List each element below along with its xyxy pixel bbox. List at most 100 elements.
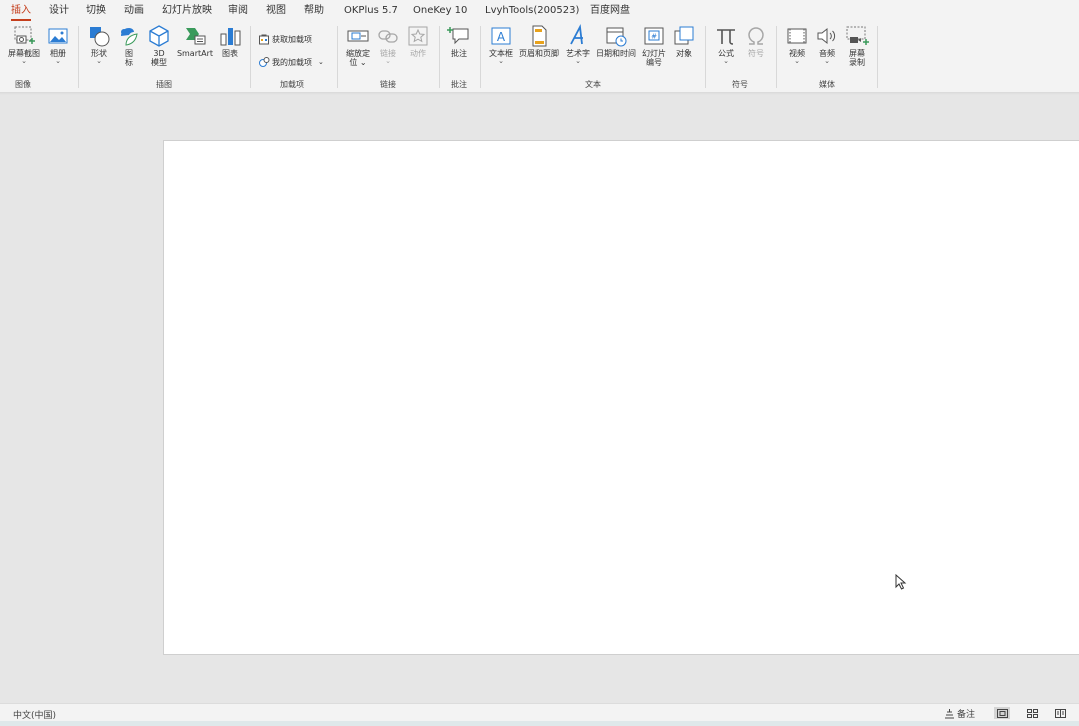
group-label-illustrations: 插图 <box>156 80 172 89</box>
group-separator <box>78 26 79 88</box>
calendar-clock-icon <box>606 27 627 47</box>
language-indicator[interactable]: 中文(中国) <box>13 708 56 721</box>
chevron-down-icon: ⌄ <box>55 57 61 65</box>
screen-recording-button[interactable]: 屏幕 录制 <box>845 24 869 67</box>
my-addins-button[interactable]: 我的加载项 ⌄ <box>258 56 324 68</box>
group-separator <box>337 26 338 88</box>
pi-icon <box>717 29 735 45</box>
icons-button[interactable]: 图 标 <box>117 24 141 67</box>
action-label: 动作 <box>410 49 426 58</box>
slide-canvas[interactable] <box>163 140 1079 655</box>
normal-view-button[interactable] <box>994 707 1010 719</box>
tab-design[interactable]: 设计 <box>49 5 69 17</box>
symbol-label: 符号 <box>748 49 764 58</box>
tab-slideshow[interactable]: 幻灯片放映 <box>162 5 212 17</box>
svg-text:A: A <box>497 30 506 44</box>
omega-icon <box>748 27 764 45</box>
object-button[interactable]: 对象 <box>672 24 696 58</box>
screen-recording-label-1: 屏幕 <box>849 49 865 58</box>
slide-sorter-view-button[interactable] <box>1024 707 1040 719</box>
zoom-icon <box>347 30 369 42</box>
equation-button[interactable]: 公式 ⌄ <box>714 24 738 65</box>
group-label-comments: 批注 <box>451 80 467 89</box>
cube-icon <box>149 25 169 47</box>
group-label-symbols: 符号 <box>732 80 748 89</box>
header-footer-button[interactable]: 页眉和页脚 <box>516 24 562 58</box>
icons-label-2: 标 <box>125 58 133 67</box>
notes-label: 备注 <box>957 710 976 720</box>
video-button[interactable]: 视频 ⌄ <box>785 24 809 65</box>
speaker-icon <box>817 27 836 45</box>
object-icon <box>674 26 694 45</box>
chevron-down-icon: ⌄ <box>498 57 504 65</box>
date-time-button[interactable]: 日期和时间 <box>594 24 638 58</box>
screenshot-button[interactable]: 屏幕截图 ⌄ <box>5 24 43 65</box>
chevron-down-icon: ⌄ <box>96 57 102 65</box>
group-separator <box>480 26 481 88</box>
slide-number-icon: # <box>644 27 664 45</box>
tab-review[interactable]: 审阅 <box>228 5 248 17</box>
group-separator <box>439 26 440 88</box>
tab-view[interactable]: 视图 <box>266 5 286 17</box>
get-addins-label: 获取加载项 <box>272 34 312 44</box>
symbol-button[interactable]: 符号 <box>744 24 768 58</box>
photo-album-button[interactable]: 相册 ⌄ <box>46 24 70 65</box>
addins-icon <box>259 57 270 67</box>
taskbar-strip <box>0 721 1079 726</box>
ribbon: 屏幕截图 ⌄ 相册 ⌄ 图像 形状 ⌄ 图 标 3D 模型 SmartArt 图… <box>0 22 1079 93</box>
shapes-icon <box>90 27 110 47</box>
normal-view-icon <box>996 708 1008 718</box>
zoom-button[interactable]: 缩放定 位 ⌄ <box>343 24 373 67</box>
my-addins-label: 我的加载项 <box>272 57 312 67</box>
reading-view-icon <box>1054 708 1066 718</box>
comment-button[interactable]: 批注 <box>447 24 471 58</box>
group-separator <box>250 26 251 88</box>
screen-recording-label-2: 录制 <box>849 58 865 67</box>
chevron-down-icon: ⌄ <box>575 57 581 65</box>
tab-insert[interactable]: 插入 <box>11 5 31 21</box>
notes-button[interactable]: 备注 <box>944 707 975 720</box>
notes-icon <box>945 708 954 718</box>
status-bar: 中文(中国) 备注 <box>0 703 1079 722</box>
group-separator <box>776 26 777 88</box>
link-icon <box>378 30 398 43</box>
shapes-button[interactable]: 形状 ⌄ <box>86 24 112 65</box>
ribbon-shadow <box>0 92 1079 95</box>
date-time-label: 日期和时间 <box>596 49 636 58</box>
tab-lvyhtools[interactable]: LvyhTools(200523) <box>485 5 579 17</box>
store-icon <box>259 34 269 45</box>
chart-button[interactable]: 图表 <box>218 24 242 58</box>
3d-models-label-2: 模型 <box>151 58 167 67</box>
wordart-button[interactable]: 艺术字 ⌄ <box>564 24 592 65</box>
photo-album-icon <box>48 28 68 44</box>
slide-number-button[interactable]: # 幻灯片 编号 <box>640 24 668 67</box>
chevron-down-icon: ⌄ <box>723 57 729 65</box>
tab-onekey[interactable]: OneKey 10 <box>413 5 467 17</box>
textbox-button[interactable]: A 文本框 ⌄ <box>487 24 515 65</box>
tab-baidu-netdisk[interactable]: 百度网盘 <box>590 5 630 17</box>
mouse-cursor-icon <box>895 574 907 590</box>
group-separator <box>705 26 706 88</box>
wordart-icon <box>570 24 583 45</box>
chart-label: 图表 <box>222 49 238 58</box>
reading-view-button[interactable] <box>1052 707 1068 719</box>
get-addins-button[interactable]: 获取加载项 <box>258 33 312 45</box>
video-icon <box>787 28 807 44</box>
smartart-button[interactable]: SmartArt <box>175 24 215 58</box>
group-label-addins: 加载项 <box>280 80 304 89</box>
smartart-label: SmartArt <box>176 49 214 58</box>
object-label: 对象 <box>676 49 692 58</box>
chevron-down-icon: ⌄ <box>824 57 830 65</box>
comment-label: 批注 <box>451 49 467 58</box>
icons-label-1: 图 <box>125 49 133 58</box>
tab-okplus[interactable]: OKPlus 5.7 <box>344 5 398 17</box>
tab-animations[interactable]: 动画 <box>124 5 144 17</box>
audio-button[interactable]: 音频 ⌄ <box>815 24 839 65</box>
action-button[interactable]: 动作 <box>406 24 430 58</box>
link-button[interactable]: 链接 ⌄ <box>376 24 400 65</box>
group-label-media: 媒体 <box>819 80 835 89</box>
3d-models-button[interactable]: 3D 模型 <box>147 24 171 67</box>
tab-transitions[interactable]: 切换 <box>86 5 106 17</box>
slide-number-label-2: 编号 <box>646 58 662 67</box>
tab-help[interactable]: 帮助 <box>304 5 324 17</box>
